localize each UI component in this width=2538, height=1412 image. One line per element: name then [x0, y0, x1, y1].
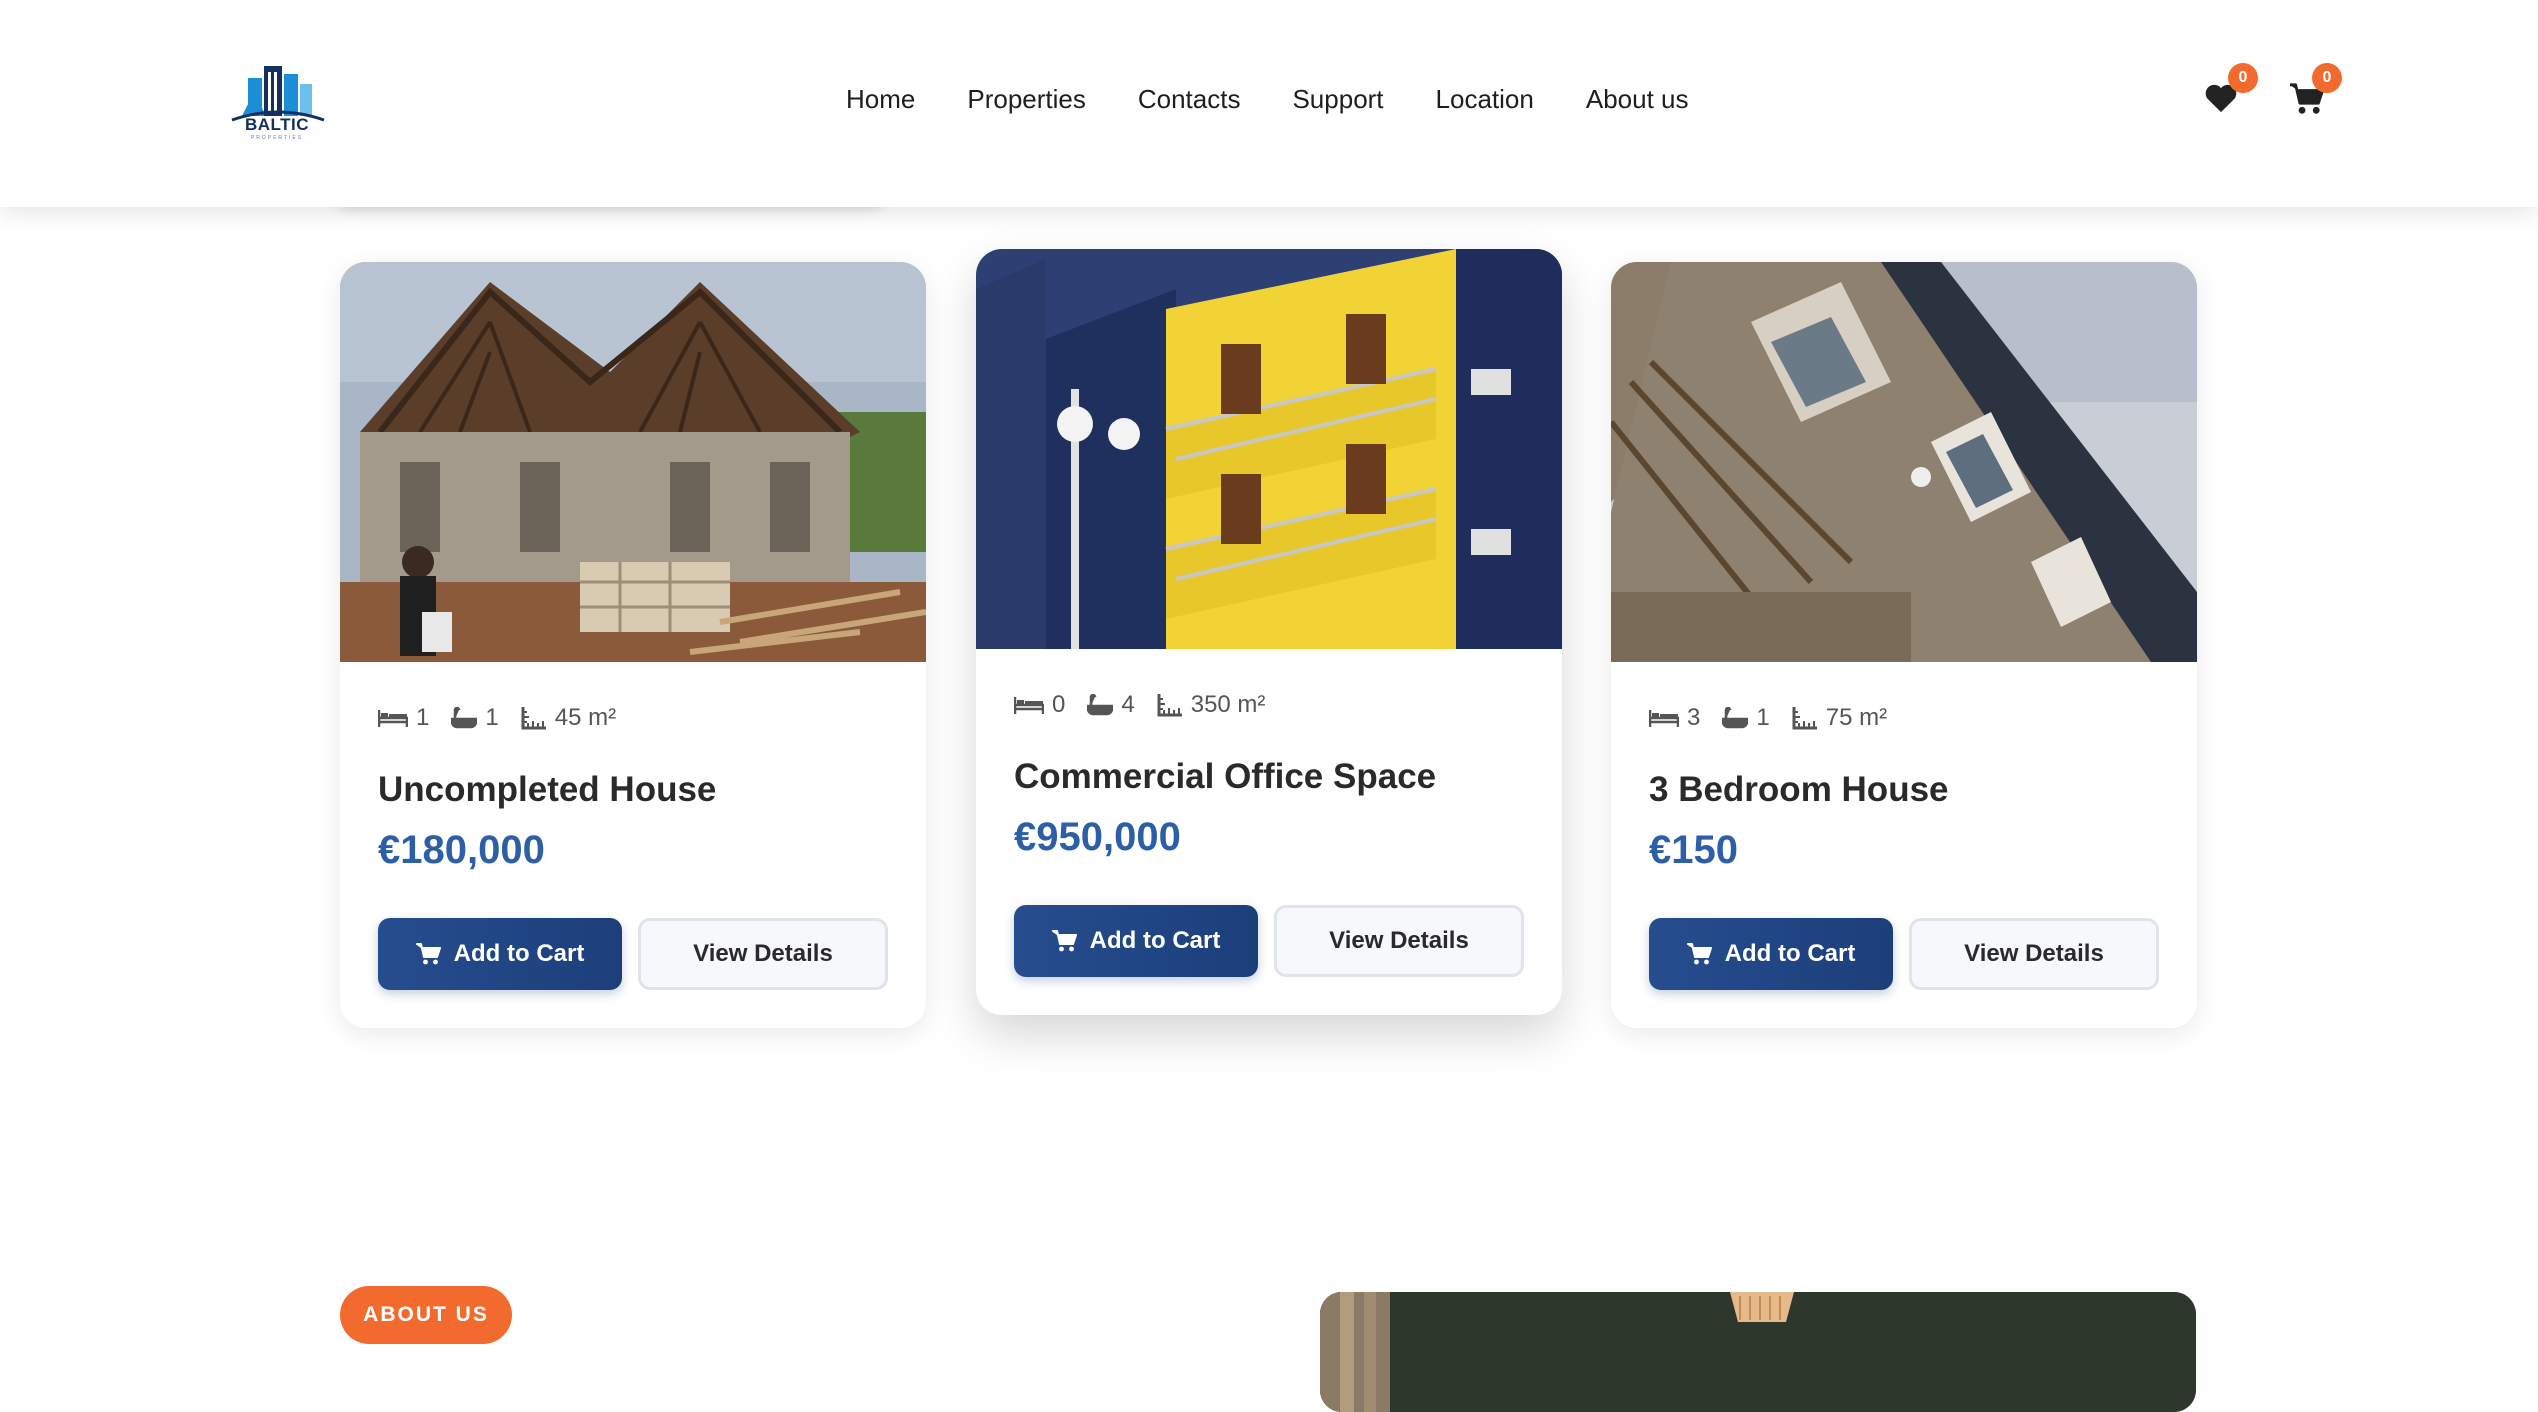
bath-icon	[451, 707, 478, 729]
bedrooms-spec: 1	[378, 704, 429, 732]
property-specs: 1 1 45 m²	[378, 704, 638, 732]
view-details-button[interactable]: View Details	[638, 918, 888, 990]
about-us-photo	[1320, 1292, 2196, 1412]
property-title[interactable]: Commercial Office Space	[1014, 757, 1436, 797]
nav-support[interactable]: Support	[1292, 84, 1383, 115]
view-details-button[interactable]: View Details	[1274, 905, 1524, 977]
property-specs: 3 1 75 m²	[1649, 704, 1909, 732]
bed-icon	[378, 710, 408, 727]
property-photo-commercial-office-space[interactable]	[976, 249, 1562, 649]
ruler-icon	[1792, 707, 1817, 730]
cart-icon	[1051, 930, 1077, 952]
property-price: €180,000	[378, 828, 545, 872]
interior-photo	[1320, 1292, 2196, 1412]
cart-icon	[1686, 943, 1712, 965]
add-to-cart-button[interactable]: Add to Cart	[378, 918, 622, 990]
area-spec: 45 m²	[521, 704, 616, 732]
bathrooms-count: 4	[1121, 691, 1135, 718]
property-price: €950,000	[1014, 815, 1181, 859]
bedrooms-count: 1	[416, 704, 430, 731]
bath-icon	[1087, 694, 1114, 716]
ruler-icon	[1157, 694, 1182, 717]
nav-about-us[interactable]: About us	[1586, 84, 1689, 115]
bed-icon	[1649, 710, 1679, 727]
area-value: 75 m²	[1825, 704, 1888, 731]
property-price: €150	[1649, 828, 1738, 872]
bathrooms-spec: 1	[1722, 704, 1770, 732]
add-to-cart-label: Add to Cart	[1724, 940, 1856, 967]
bath-icon	[1722, 707, 1749, 729]
nav-properties[interactable]: Properties	[967, 84, 1086, 115]
property-card: 0 4 350 m² Commercial Office Space €950,…	[976, 249, 1562, 1015]
nav-location[interactable]: Location	[1436, 84, 1534, 115]
bathrooms-count: 1	[1756, 704, 1770, 731]
wishlist-count-badge: 0	[2228, 63, 2258, 93]
bedrooms-count: 0	[1052, 691, 1066, 718]
property-photo-3-bedroom-house[interactable]	[1611, 262, 2197, 662]
logo-subtext: PROPERTIES	[250, 135, 304, 141]
area-spec: 350 m²	[1157, 691, 1266, 719]
logo-text: BALTIC	[244, 115, 310, 134]
site-header: BALTIC PROPERTIES Home Properties Contac…	[0, 0, 2538, 207]
area-spec: 75 m²	[1792, 704, 1887, 732]
cart-icon	[415, 943, 441, 965]
add-to-cart-button[interactable]: Add to Cart	[1014, 905, 1258, 977]
property-card: 1 1 45 m² Uncompleted House €180,000 Add…	[340, 262, 926, 1028]
property-title[interactable]: Uncompleted House	[378, 770, 716, 810]
about-us-badge: ABOUT US	[340, 1286, 512, 1344]
property-specs: 0 4 350 m²	[1014, 691, 1287, 719]
property-photo-uncompleted-house[interactable]	[340, 262, 926, 662]
property-card: 3 1 75 m² 3 Bedroom House €150 Add to Ca…	[1611, 262, 2197, 1028]
bedrooms-spec: 3	[1649, 704, 1700, 732]
view-details-button[interactable]: View Details	[1909, 918, 2159, 990]
bathrooms-spec: 4	[1087, 691, 1135, 719]
cart-count-badge: 0	[2312, 63, 2342, 93]
area-value: 350 m²	[1190, 691, 1266, 718]
add-to-cart-label: Add to Cart	[1089, 927, 1221, 954]
nav-home[interactable]: Home	[846, 84, 915, 115]
nav-contacts[interactable]: Contacts	[1138, 84, 1241, 115]
bathrooms-count: 1	[485, 704, 499, 731]
property-title[interactable]: 3 Bedroom House	[1649, 770, 1949, 810]
bed-icon	[1014, 697, 1044, 714]
add-to-cart-button[interactable]: Add to Cart	[1649, 918, 1893, 990]
bedrooms-count: 3	[1687, 704, 1701, 731]
bedrooms-spec: 0	[1014, 691, 1065, 719]
add-to-cart-label: Add to Cart	[453, 940, 585, 967]
bathrooms-spec: 1	[451, 704, 499, 732]
main-nav: Home Properties Contacts Support Locatio…	[846, 84, 1689, 115]
ruler-icon	[521, 707, 546, 730]
area-value: 45 m²	[554, 704, 617, 731]
